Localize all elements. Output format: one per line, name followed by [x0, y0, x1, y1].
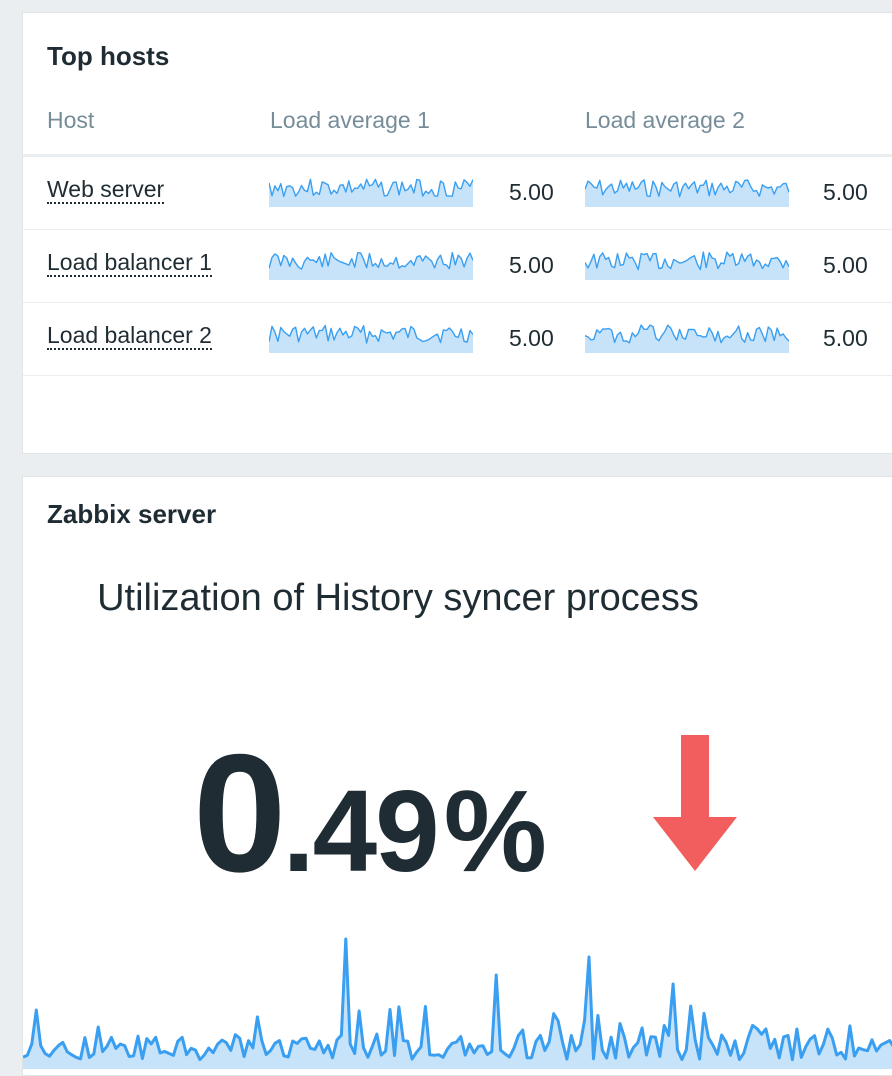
column-header-load-average-2[interactable]: Load average 2 [585, 107, 745, 134]
item-description-text: Utilization of History syncer process [97, 577, 699, 619]
top-hosts-widget: Top hosts Host Load average 1 Load avera… [22, 12, 892, 454]
history-sparkline [23, 937, 892, 1069]
item-value: 0.49% [193, 717, 547, 910]
sparkline-area [269, 179, 473, 207]
host-link-load-balancer-2[interactable]: Load balancer 2 [47, 322, 212, 350]
table-row: Load balancer 2 5.00 5.00 [23, 303, 892, 376]
item-value-widget: Zabbix server Utilization of History syn… [22, 476, 892, 1076]
value-integer-part: 0 [193, 719, 286, 907]
load-average-2-sparkline [585, 324, 789, 353]
host-link-load-balancer-1[interactable]: Load balancer 1 [47, 249, 212, 277]
load-average-1-value: 5.00 [509, 179, 554, 205]
value-unit: % [443, 766, 547, 896]
load-average-1-sparkline [269, 178, 473, 207]
sparkline-area [23, 939, 892, 1069]
widget-title: Top hosts [47, 41, 170, 71]
load-average-2-value: 5.00 [823, 325, 868, 351]
widget-title: Zabbix server [47, 499, 217, 529]
load-average-1-value: 5.00 [509, 325, 554, 351]
load-average-2-value: 5.00 [823, 252, 868, 278]
load-average-1-value: 5.00 [509, 252, 554, 278]
sparkline-area [269, 252, 473, 280]
load-average-1-sparkline [269, 324, 473, 353]
load-average-2-sparkline [585, 179, 789, 207]
host-link-web-server[interactable]: Web server [47, 176, 165, 204]
column-header-load-average-1[interactable]: Load average 1 [270, 107, 430, 134]
table-row: Web server 5.00 5.00 [23, 157, 892, 230]
down-arrow-icon [653, 735, 737, 871]
load-average-2-value: 5.00 [823, 179, 868, 205]
load-average-2-sparkline [585, 251, 789, 280]
load-average-1-sparkline [269, 251, 473, 280]
value-decimal-part: .49 [282, 766, 439, 896]
table-row: Load balancer 1 5.00 5.00 [23, 230, 892, 303]
column-header-host[interactable]: Host [47, 107, 94, 134]
item-description: Utilization of History syncer process [23, 577, 892, 620]
